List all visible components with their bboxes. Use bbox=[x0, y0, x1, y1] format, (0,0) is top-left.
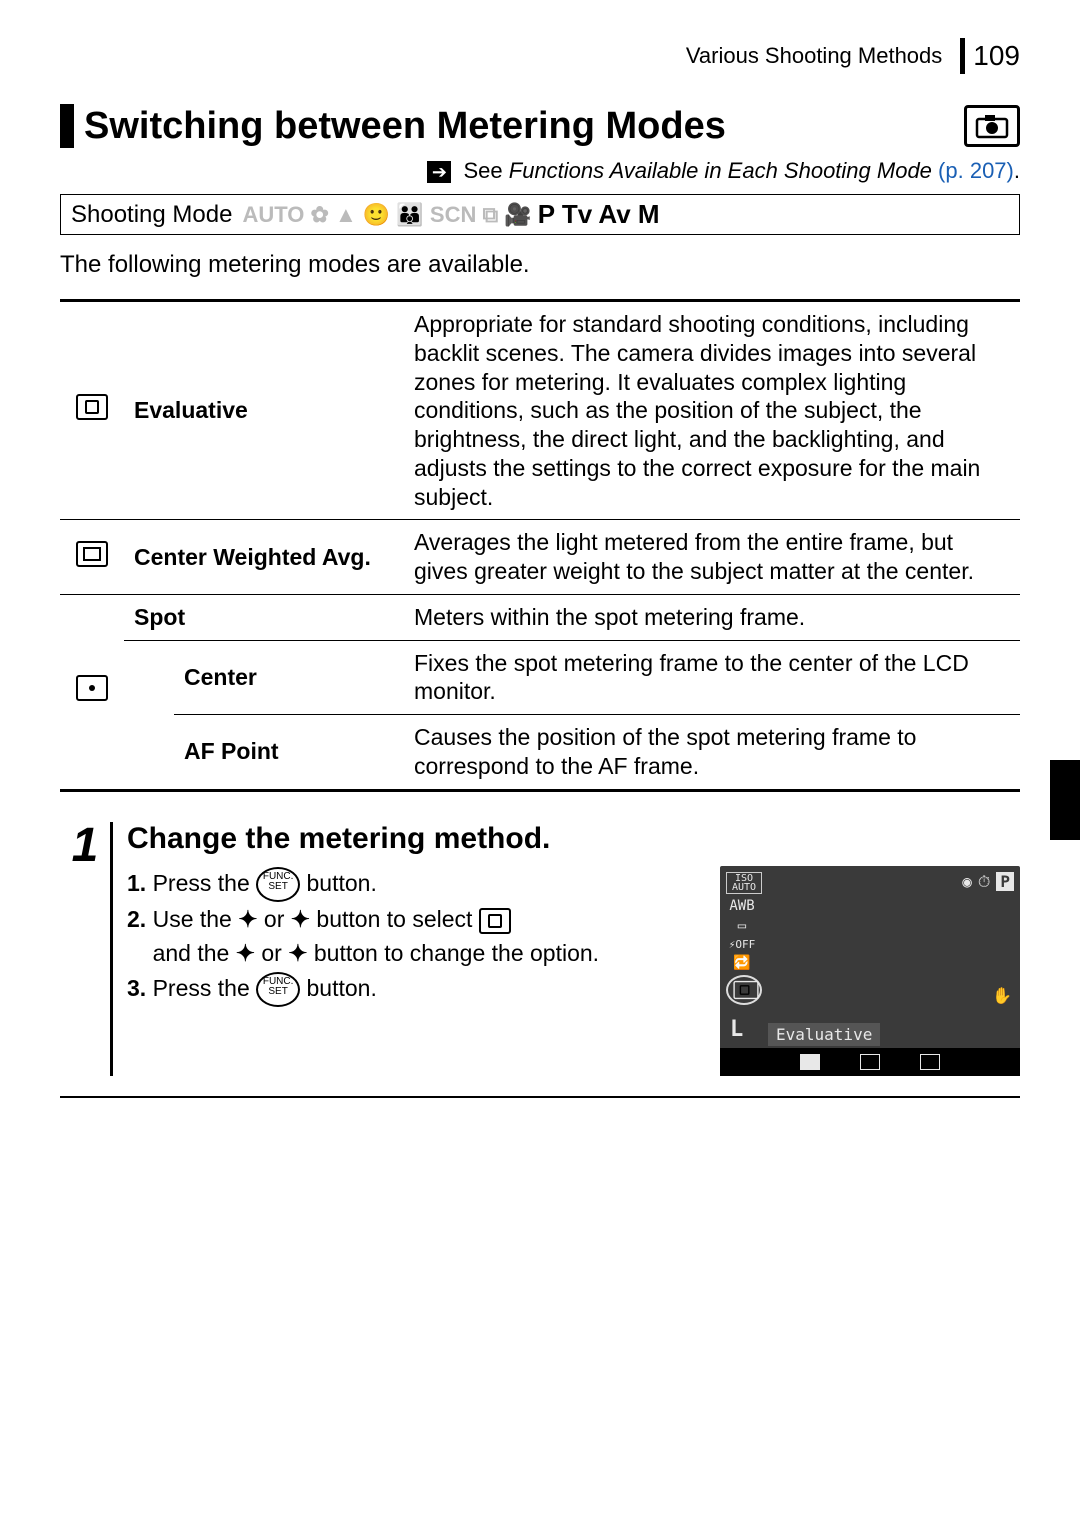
screen-bottom-options bbox=[720, 1048, 1020, 1076]
inactive-modes: AUTO ✿ ▲ 🙂 👪 SCN ⧉ 🎥 bbox=[242, 202, 531, 228]
step1-b: button. bbox=[307, 870, 377, 896]
center-weighted-icon bbox=[60, 520, 124, 595]
shooting-mode-row: Shooting Mode AUTO ✿ ▲ 🙂 👪 SCN ⧉ 🎥 P Tv … bbox=[60, 194, 1020, 235]
shooting-mode-icons: AUTO ✿ ▲ 🙂 👪 SCN ⧉ 🎥 P Tv Av M bbox=[242, 199, 1009, 230]
center-weighted-name: Center Weighted Avg. bbox=[124, 520, 404, 595]
spot-af-desc: Causes the position of the spot metering… bbox=[404, 715, 1020, 791]
step2-a: Use the bbox=[153, 906, 232, 932]
page-number: 109 bbox=[973, 40, 1020, 72]
section-heading-row: Switching between Metering Modes bbox=[60, 104, 1020, 148]
spot-sub-spacer bbox=[124, 640, 174, 790]
step3-b: button. bbox=[307, 975, 377, 1001]
func-set-button-icon: FUNC.SET bbox=[256, 867, 300, 902]
step-number: 1 bbox=[60, 822, 113, 1076]
see-prefix: See bbox=[463, 158, 502, 183]
table-row: Center Fixes the spot metering frame to … bbox=[60, 640, 1020, 715]
step1-a: Press the bbox=[153, 870, 250, 896]
evaluative-desc: Appropriate for standard shooting condit… bbox=[404, 301, 1020, 520]
hand-icon: ✋ bbox=[992, 986, 1012, 1005]
evaluative-icon bbox=[60, 301, 124, 520]
center-weighted-desc: Averages the light metered from the enti… bbox=[404, 520, 1020, 595]
spot-af-name: AF Point bbox=[174, 715, 404, 791]
arrow-left-icon: ✦ bbox=[236, 940, 255, 966]
step-instructions: 1. Press the FUNC.SET button. 2. Use the… bbox=[127, 866, 700, 1076]
table-row: Evaluative Appropriate for standard shoo… bbox=[60, 301, 1020, 520]
screen-left-icons: ISO AUTO AWB ▭ ⚡OFF 🔁 bbox=[726, 872, 762, 1005]
spot-icon bbox=[60, 594, 124, 790]
screen-icon-2: ⏱ bbox=[978, 872, 990, 892]
screen-top-right: ◉ ⏱ P bbox=[962, 872, 1014, 892]
active-modes: P Tv Av M bbox=[538, 199, 660, 230]
spot-center-name: Center bbox=[174, 640, 404, 715]
option-center-icon bbox=[860, 1054, 880, 1070]
mode-p-badge: P bbox=[996, 872, 1014, 891]
spot-desc: Meters within the spot metering frame. bbox=[404, 594, 1020, 640]
shooting-mode-label: Shooting Mode bbox=[71, 201, 232, 229]
size-l-icon: L bbox=[730, 1017, 743, 1042]
step-block: 1 Change the metering method. 1. Press t… bbox=[60, 822, 1020, 1098]
table-row: Center Weighted Avg. Averages the light … bbox=[60, 520, 1020, 595]
step-2: 2. Use the ✦ or ✦ button to select and t… bbox=[127, 902, 700, 971]
step2-d: and the bbox=[153, 940, 230, 966]
evaluative-name: Evaluative bbox=[124, 301, 404, 520]
header-section-title: Various Shooting Methods bbox=[686, 43, 942, 69]
awb-icon: AWB bbox=[726, 898, 758, 914]
flash-icon: ⚡OFF bbox=[726, 938, 758, 951]
step3-a: Press the bbox=[153, 975, 250, 1001]
see-reference-row: ➔ See Functions Available in Each Shooti… bbox=[60, 158, 1020, 184]
metering-icon bbox=[479, 908, 511, 934]
heading-bar-icon bbox=[60, 104, 74, 148]
step2-e: or bbox=[261, 940, 281, 966]
screen-icon-1: ◉ bbox=[962, 872, 972, 891]
arrow-right-icon: ➔ bbox=[427, 161, 451, 183]
see-page-link[interactable]: (p. 207) bbox=[938, 158, 1014, 183]
camera-mode-icon bbox=[964, 105, 1020, 147]
step2-f: button to change the option. bbox=[314, 940, 599, 966]
section-heading: Switching between Metering Modes bbox=[84, 105, 964, 148]
arrow-down-icon: ✦ bbox=[291, 906, 310, 932]
func-set-button-icon: FUNC.SET bbox=[256, 972, 300, 1007]
step-1: 1. Press the FUNC.SET button. bbox=[127, 866, 700, 902]
table-row: AF Point Causes the position of the spot… bbox=[60, 715, 1020, 791]
step-3: 3. Press the FUNC.SET button. bbox=[127, 971, 700, 1007]
see-title: Functions Available in Each Shooting Mod… bbox=[509, 158, 932, 183]
step-title: Change the metering method. bbox=[127, 822, 1020, 856]
page-header: Various Shooting Methods 109 bbox=[60, 38, 1020, 74]
bracket-icon: 🔁 bbox=[726, 955, 758, 971]
metering-modes-table: Evaluative Appropriate for standard shoo… bbox=[60, 299, 1020, 792]
screen-mode-label: Evaluative bbox=[768, 1023, 880, 1046]
arrow-up-icon: ✦ bbox=[238, 906, 257, 932]
spot-center-desc: Fixes the spot metering frame to the cen… bbox=[404, 640, 1020, 715]
see-period: . bbox=[1014, 158, 1020, 183]
lcd-screen-illustration: ISO AUTO AWB ▭ ⚡OFF 🔁 ◉ ⏱ P ✋ L Evaluat bbox=[720, 866, 1020, 1076]
step2-c: button to select bbox=[316, 906, 472, 932]
header-divider bbox=[960, 38, 965, 74]
option-spot-icon bbox=[920, 1054, 940, 1070]
drive-icon: ▭ bbox=[726, 918, 758, 934]
option-evaluative-icon bbox=[800, 1054, 820, 1070]
metering-selected-icon bbox=[726, 975, 762, 1005]
spot-name: Spot bbox=[124, 594, 404, 640]
step2-b: or bbox=[264, 906, 284, 932]
arrow-right-icon: ✦ bbox=[288, 940, 307, 966]
table-row: Spot Meters within the spot metering fra… bbox=[60, 594, 1020, 640]
intro-text: The following metering modes are availab… bbox=[60, 251, 1020, 279]
iso-icon: ISO AUTO bbox=[726, 872, 762, 894]
side-tab bbox=[1050, 760, 1080, 840]
